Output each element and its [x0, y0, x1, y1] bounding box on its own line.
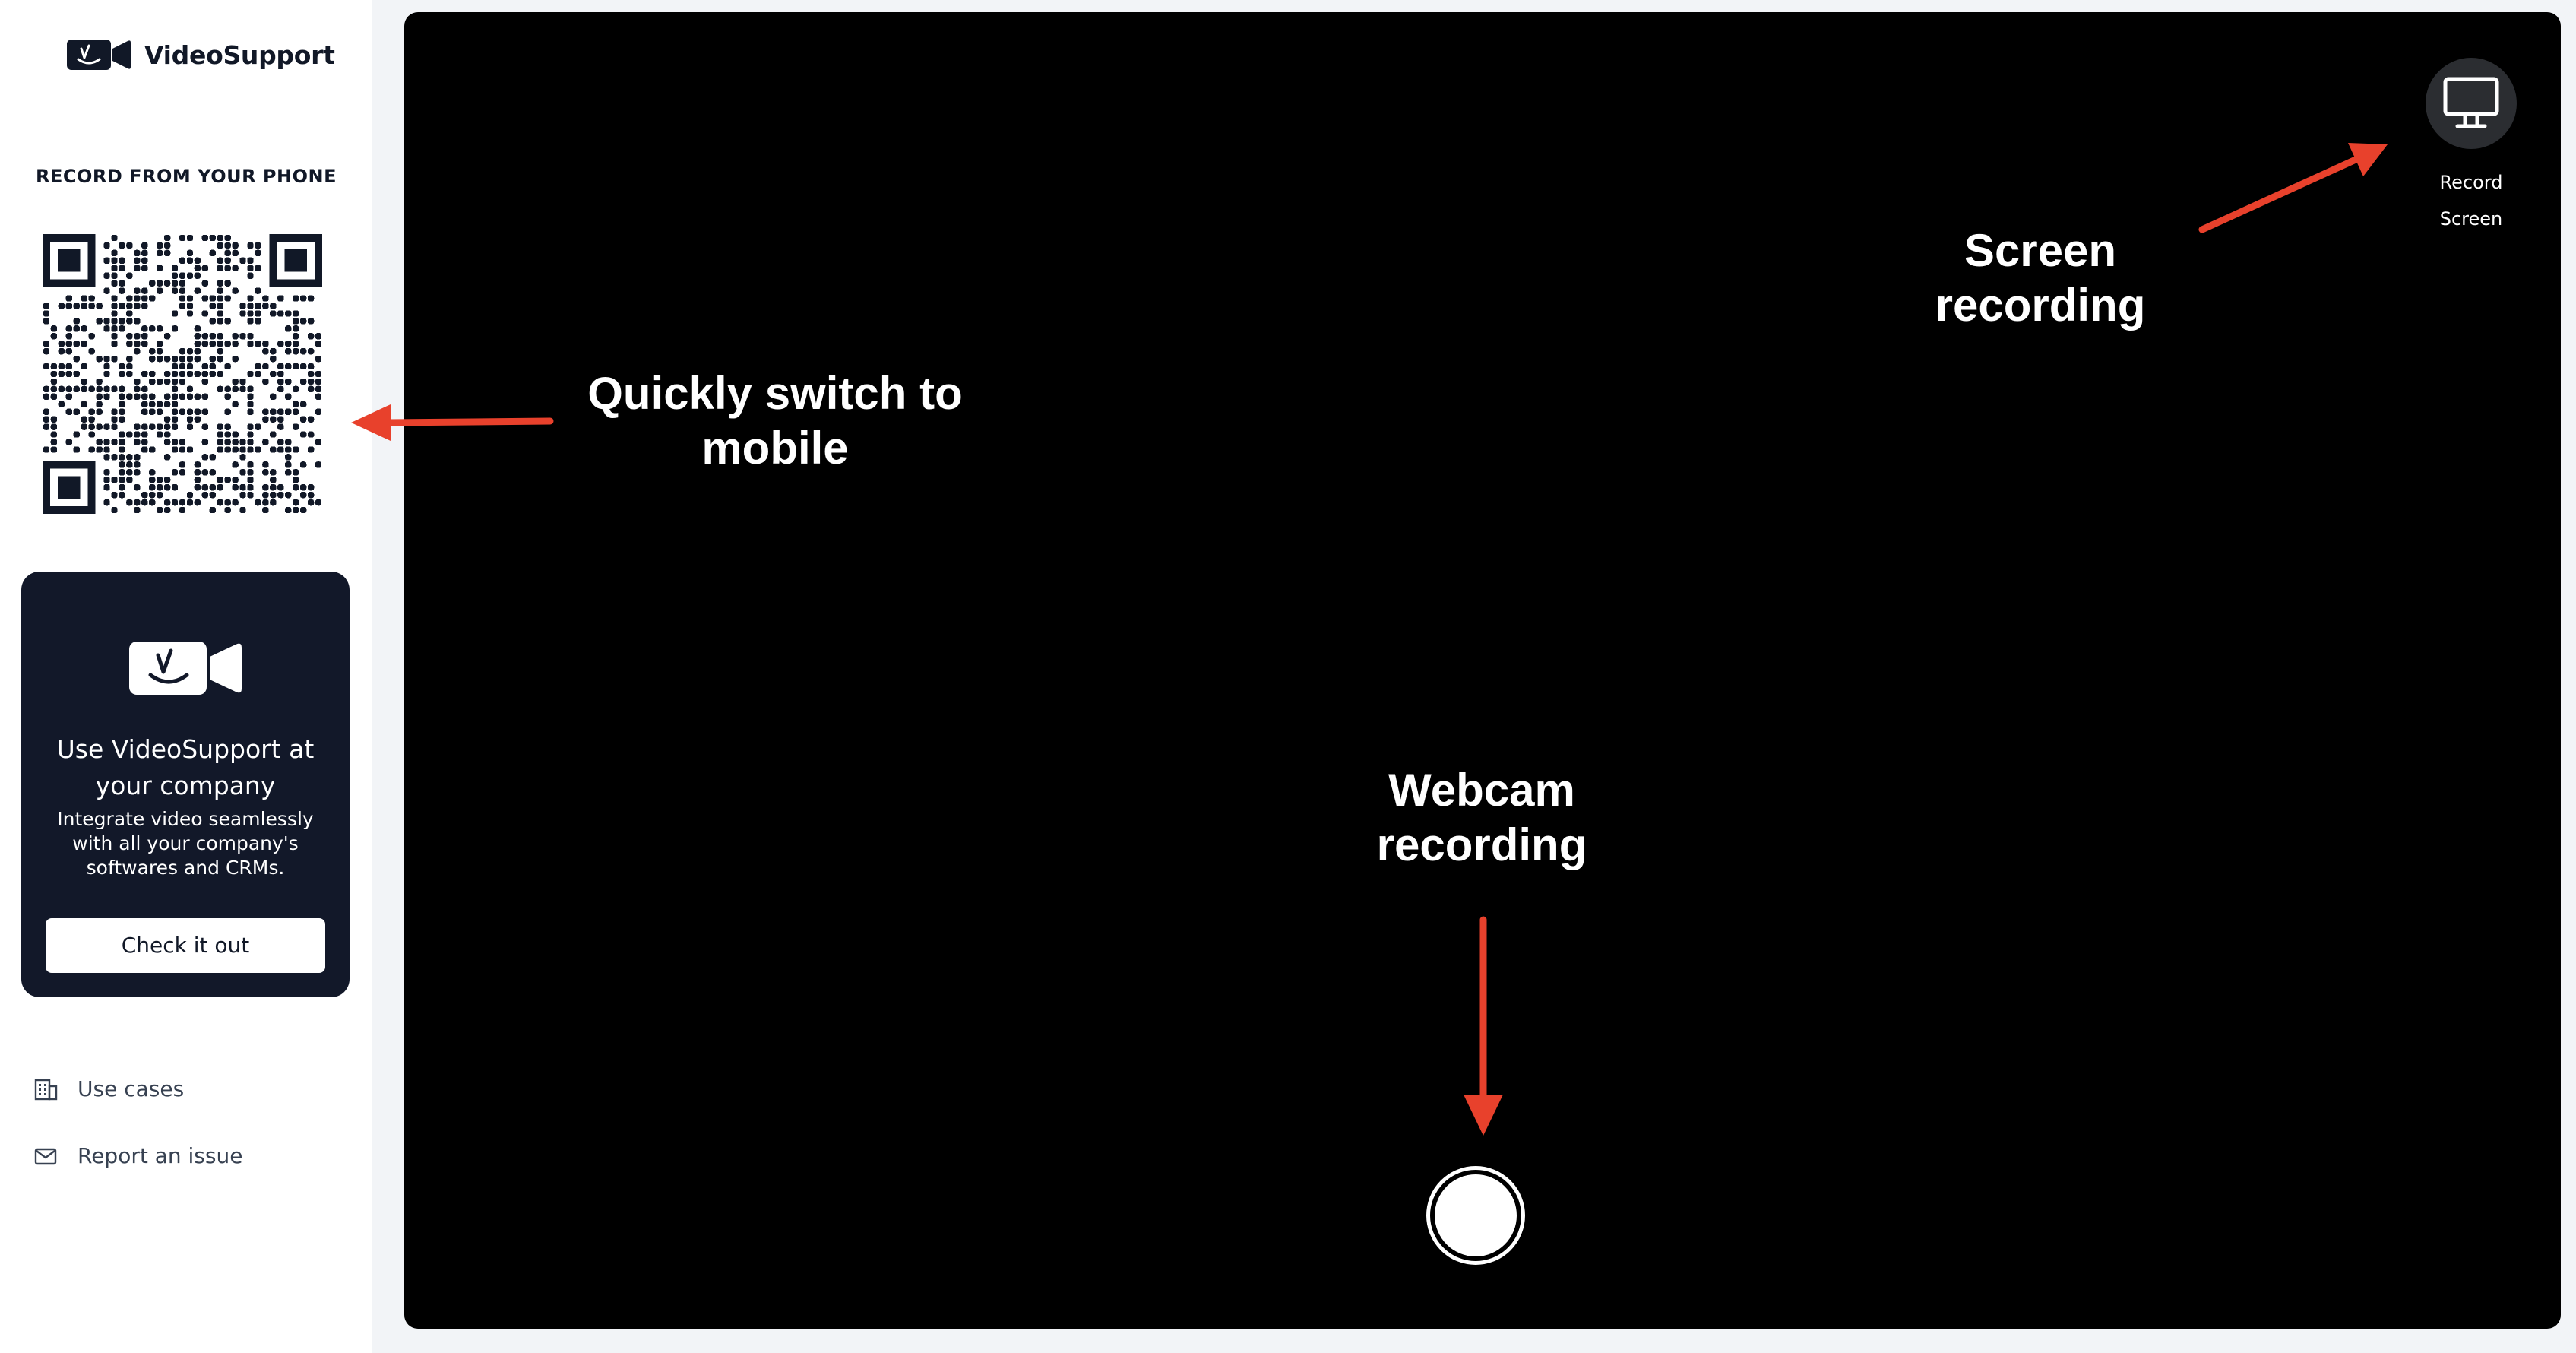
qr-code — [43, 234, 322, 514]
video-camera-logo-icon — [67, 40, 131, 70]
app-window: VideoSupport RECORD FROM YOUR PHONE Use … — [0, 0, 2576, 1353]
webcam-record-button[interactable] — [1426, 1166, 1525, 1265]
brand-logo[interactable]: VideoSupport — [67, 38, 335, 71]
record-circle-icon — [1435, 1174, 1517, 1256]
annotation-screen-recording: Screen recording — [1935, 225, 2146, 331]
nav-report-issue[interactable]: Report an issue — [33, 1143, 242, 1168]
nav-use-cases-label: Use cases — [78, 1076, 185, 1101]
video-preview-stage: Record Screen — [404, 12, 2561, 1329]
annotation-webcam-recording: Webcam recording — [1376, 765, 1587, 870]
record-from-phone-heading: RECORD FROM YOUR PHONE — [36, 166, 337, 187]
promo-description: Integrate video seamlessly with all your… — [57, 808, 314, 879]
monitor-icon — [2443, 77, 2499, 128]
nav-use-cases[interactable]: Use cases — [33, 1076, 184, 1101]
mail-icon — [34, 1148, 57, 1164]
video-camera-promo-icon — [129, 642, 242, 695]
record-screen-label: Record Screen — [2439, 172, 2503, 230]
record-screen-button[interactable] — [2426, 58, 2517, 149]
promo-title: Use VideoSupport at your company — [56, 734, 315, 800]
annotation-mobile: Quickly switch to mobile — [587, 368, 963, 474]
brand-name: VideoSupport — [144, 40, 335, 70]
promo-card: Use VideoSupport at your company Integra… — [21, 572, 350, 997]
building-icon — [34, 1079, 58, 1100]
sidebar: VideoSupport RECORD FROM YOUR PHONE Use … — [0, 0, 372, 1353]
nav-report-issue-label: Report an issue — [78, 1143, 243, 1168]
check-it-out-button[interactable]: Check it out — [46, 918, 325, 973]
